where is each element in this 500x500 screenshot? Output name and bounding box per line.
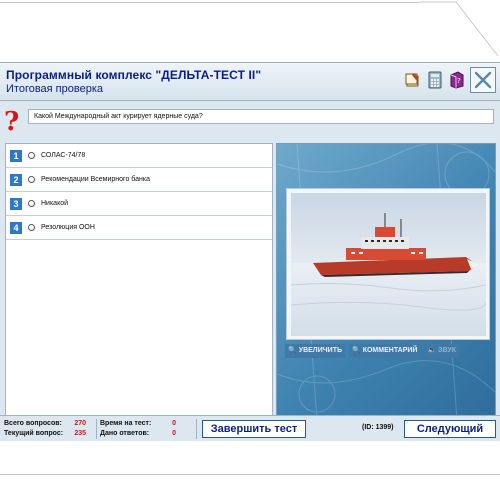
- answers-given-value: 0: [172, 430, 176, 437]
- question-row: ? Какой Международный акт курирует ядерн…: [0, 104, 500, 136]
- answer-text: Резолюция ООН: [41, 224, 95, 231]
- magnifier-icon: 🔍: [288, 347, 297, 354]
- media-buttons: 🔍 УВЕЛИЧИТЬ 🔍 КОММЕНТАРИЙ 🔈 ЗВУК: [285, 344, 459, 358]
- test-window: Программный комплекс "ДЕЛЬТА-ТЕСТ II" Ит…: [0, 62, 500, 441]
- comment-button[interactable]: 🔍 КОММЕНТАРИЙ: [349, 344, 421, 358]
- answer-radio[interactable]: [28, 176, 35, 183]
- answer-number: 1: [10, 149, 22, 162]
- total-questions-label: Всего вопросов:: [4, 420, 62, 427]
- svg-text:?: ?: [457, 77, 461, 85]
- answer-radio[interactable]: [28, 224, 35, 231]
- total-questions-value: 270: [74, 420, 86, 427]
- page-fold-decoration: [420, 1, 499, 57]
- comment-label: КОММЕНТАРИЙ: [362, 347, 418, 354]
- notebook-icon[interactable]: [404, 71, 422, 89]
- answers-given-label: Дано ответов:: [100, 430, 150, 437]
- status-bar: Всего вопросов: 270 Текущий вопрос: 235 …: [0, 415, 500, 441]
- test-time-value: 0: [172, 420, 176, 427]
- answer-text: СОЛАС-74/78: [41, 152, 86, 159]
- top-divider: [0, 2, 420, 3]
- question-mark-icon: ?: [4, 107, 20, 137]
- next-question-button[interactable]: Следующий: [404, 420, 496, 438]
- test-time-label: Время на тест:: [100, 420, 152, 427]
- icebreaker-photo: [291, 193, 486, 336]
- answer-text: Никакой: [41, 200, 69, 207]
- bottom-divider: [0, 474, 500, 475]
- answer-option-2[interactable]: 2 Рекомендации Всемирного банка: [6, 168, 272, 192]
- answer-number: 2: [10, 173, 22, 186]
- zoom-button[interactable]: 🔍 УВЕЛИЧИТЬ: [285, 344, 345, 358]
- answer-radio[interactable]: [28, 152, 35, 159]
- status-divider: [96, 419, 97, 439]
- status-divider: [196, 419, 197, 439]
- toolbar: ?: [404, 67, 496, 93]
- finish-test-button[interactable]: Завершить тест: [202, 420, 306, 438]
- answer-option-3[interactable]: 3 Никакой: [6, 192, 272, 216]
- answer-option-1[interactable]: 1 СОЛАС-74/78: [6, 144, 272, 168]
- close-button[interactable]: [470, 67, 496, 93]
- title-bar: Программный комплекс "ДЕЛЬТА-ТЕСТ II" Ит…: [0, 63, 500, 101]
- sound-label: ЗВУК: [438, 347, 456, 354]
- answer-number: 3: [10, 197, 22, 210]
- question-image-frame: [286, 188, 490, 340]
- answer-text: Рекомендации Всемирного банка: [41, 176, 151, 183]
- reference-book-icon[interactable]: ?: [448, 71, 466, 89]
- answer-radio[interactable]: [28, 200, 35, 207]
- calculator-icon[interactable]: [426, 71, 444, 89]
- question-id: (ID: 1399): [362, 424, 394, 431]
- comment-icon: 🔍: [352, 347, 361, 354]
- sound-button[interactable]: 🔈 ЗВУК: [424, 344, 459, 358]
- app-title: Программный комплекс "ДЕЛЬТА-ТЕСТ II": [6, 68, 262, 82]
- question-text: Какой Международный акт курирует ядерные…: [28, 109, 494, 124]
- question-counters: Всего вопросов: 270 Текущий вопрос: 235: [4, 419, 86, 439]
- current-question-label: Текущий вопрос:: [4, 430, 64, 437]
- media-panel: 🔍 УВЕЛИЧИТЬ 🔍 КОММЕНТАРИЙ 🔈 ЗВУК: [276, 143, 496, 419]
- zoom-label: УВЕЛИЧИТЬ: [298, 347, 342, 354]
- speaker-icon: 🔈: [427, 347, 437, 354]
- current-question-value: 235: [74, 430, 86, 437]
- answer-list: 1 СОЛАС-74/78 2 Рекомендации Всемирного …: [5, 143, 273, 419]
- app-subtitle: Итоговая проверка: [6, 83, 103, 95]
- close-icon: [474, 71, 492, 89]
- answer-number: 4: [10, 221, 22, 234]
- test-counters: Время на тест: 0 Дано ответов: 0: [100, 419, 176, 439]
- answer-option-4[interactable]: 4 Резолюция ООН: [6, 216, 272, 240]
